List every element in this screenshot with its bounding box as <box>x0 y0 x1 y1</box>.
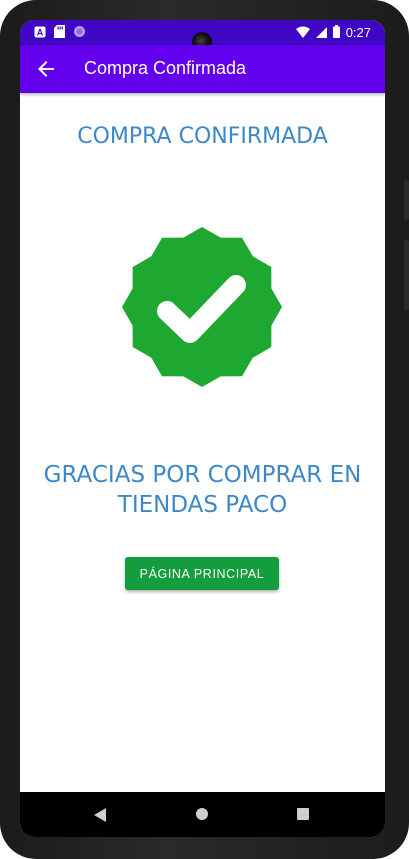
phone-frame: A 0:27 Compra Confirmada COMPRA CONFIRMA… <box>0 0 409 859</box>
navigation-bar <box>20 792 385 837</box>
app-bar: Compra Confirmada <box>20 45 385 93</box>
status-time: 0:27 <box>345 25 371 40</box>
power-button <box>404 240 409 310</box>
nav-home-icon[interactable] <box>196 808 208 820</box>
battery-icon <box>332 23 340 42</box>
home-page-button[interactable]: PÁGINA PRINCIPAL <box>125 557 279 590</box>
arrow-back-icon <box>38 61 54 77</box>
nav-back-icon[interactable] <box>94 807 106 826</box>
thanks-message: GRACIAS POR COMPRAR EN TIENDAS PACO <box>20 460 385 520</box>
sd-card-icon <box>54 23 65 42</box>
circle-icon <box>73 23 86 42</box>
verified-check-icon <box>122 227 282 387</box>
svg-text:A: A <box>37 28 44 38</box>
app-bar-title: Compra Confirmada <box>84 58 247 78</box>
signal-icon <box>315 23 327 42</box>
a-icon: A <box>34 23 46 42</box>
status-bar: A 0:27 <box>20 20 385 52</box>
thanks-line-2: TIENDAS PACO <box>117 492 288 518</box>
page-title: COMPRA CONFIRMADA <box>77 124 328 149</box>
back-button[interactable] <box>34 57 58 81</box>
volume-button <box>404 180 409 220</box>
nav-recents-icon[interactable] <box>297 808 309 820</box>
thanks-line-1: GRACIAS POR COMPRAR EN <box>43 462 362 488</box>
screen: A 0:27 Compra Confirmada COMPRA CONFIRMA… <box>20 20 385 837</box>
wifi-icon <box>295 23 310 42</box>
